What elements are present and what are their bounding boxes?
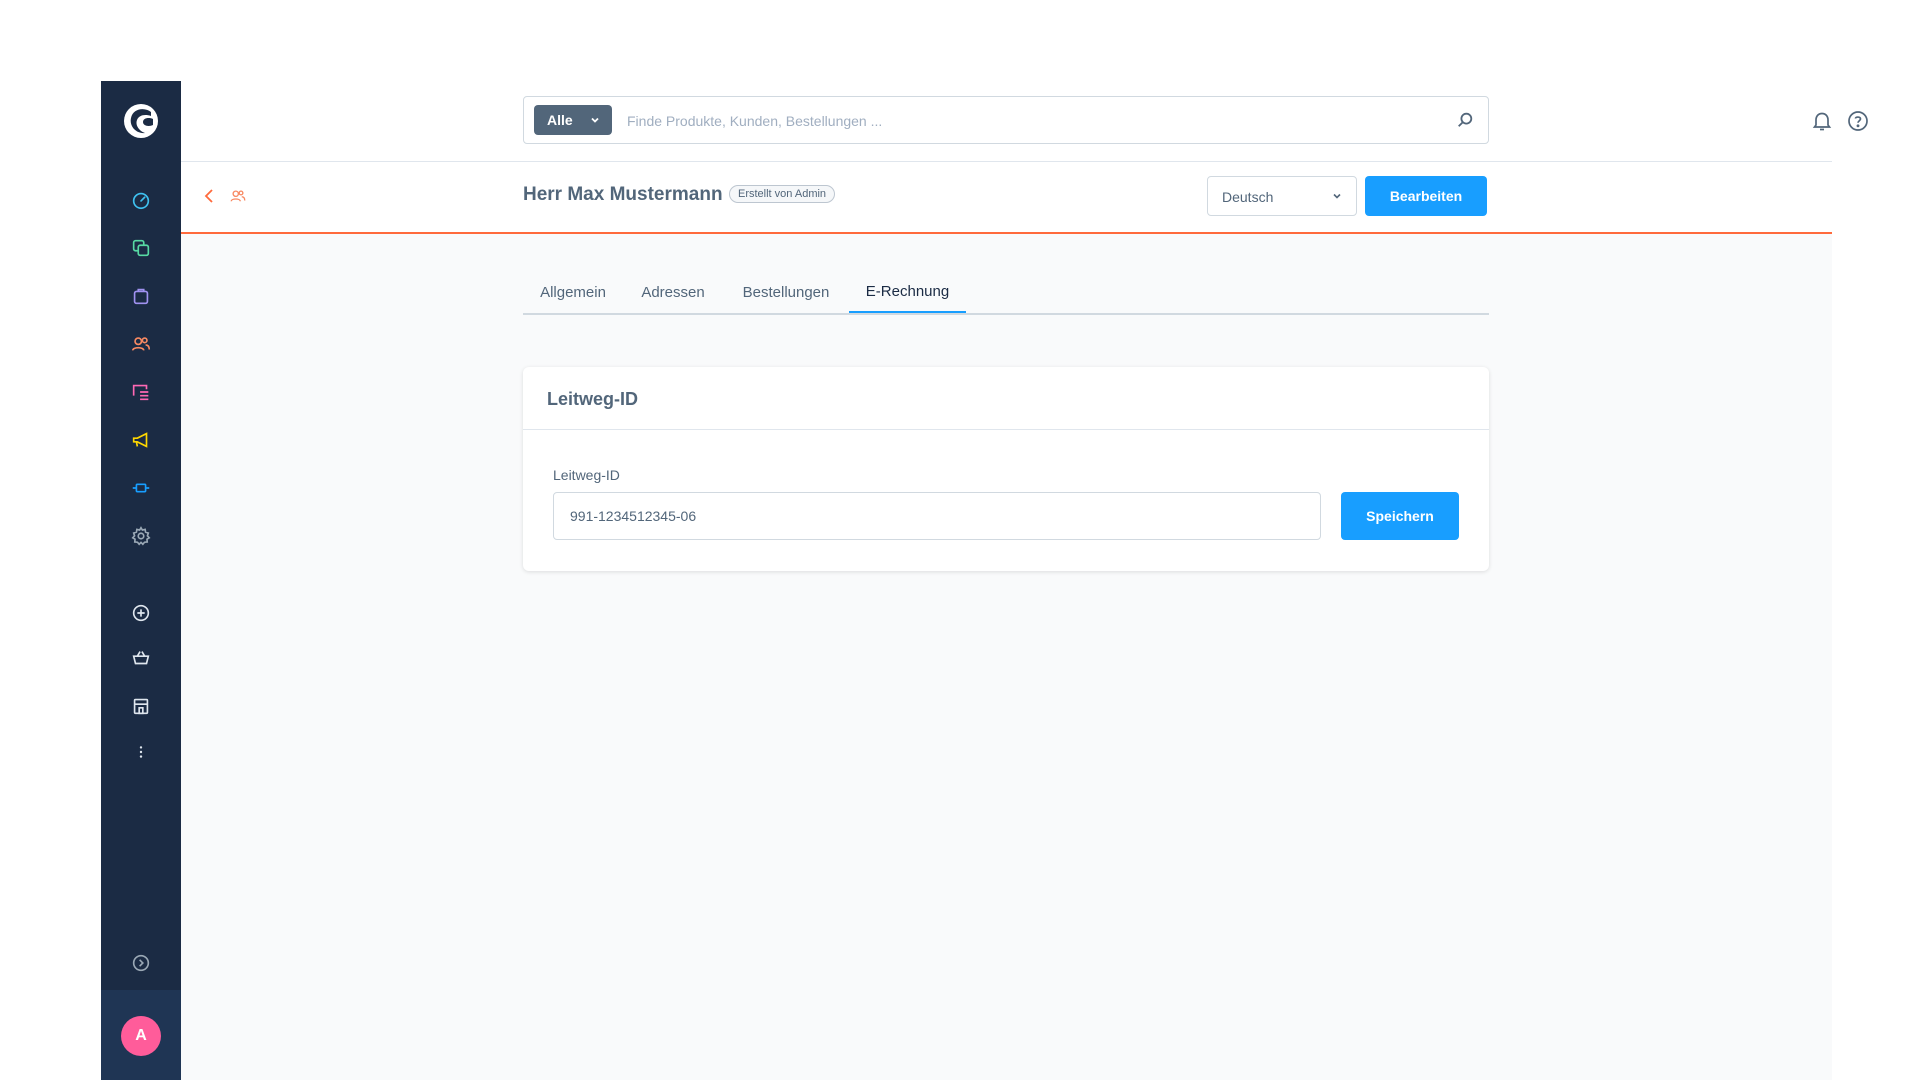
tab-e-rechnung[interactable]: E-Rechnung	[849, 272, 966, 313]
orders-icon[interactable]	[128, 283, 154, 309]
admin-app: A Alle Herr Max Mustermann Erstellt von …	[101, 81, 1868, 1080]
sidebar: A	[101, 81, 181, 1080]
page-title: Herr Max Mustermann	[523, 184, 723, 205]
marketing-icon[interactable]	[128, 427, 154, 453]
content-icon[interactable]	[128, 379, 154, 405]
avatar[interactable]: A	[121, 1016, 161, 1056]
customer-tabs: Allgemein Adressen Bestellungen E-Rechnu…	[523, 272, 1489, 315]
tab-bestellungen[interactable]: Bestellungen	[723, 272, 849, 313]
shopware-logo-icon[interactable]	[123, 103, 159, 139]
chevron-down-icon	[591, 117, 599, 123]
dashboard-icon[interactable]	[128, 187, 154, 213]
smart-bar: Herr Max Mustermann Erstellt von Admin D…	[181, 162, 1832, 234]
catalog-icon[interactable]	[128, 235, 154, 261]
bell-icon[interactable]	[1810, 109, 1834, 133]
customers-icon[interactable]	[128, 331, 154, 357]
language-selected: Deutsch	[1222, 189, 1274, 205]
leitweg-id-label: Leitweg-ID	[553, 467, 620, 483]
add-circle-icon[interactable]	[128, 600, 154, 626]
search-input[interactable]	[625, 97, 1429, 145]
save-button[interactable]: Speichern	[1341, 492, 1459, 540]
user-area: A	[101, 990, 181, 1080]
tab-adressen[interactable]: Adressen	[623, 272, 723, 313]
more-icon[interactable]	[128, 739, 154, 765]
card-header	[523, 367, 1489, 430]
tab-allgemein[interactable]: Allgemein	[523, 272, 623, 313]
search-type-select[interactable]: Alle	[534, 105, 612, 135]
top-bar: Alle	[181, 81, 1868, 162]
chevron-down-icon	[1333, 193, 1341, 199]
settings-icon[interactable]	[128, 523, 154, 549]
leitweg-id-card: Leitweg-ID Leitweg-ID Speichern	[523, 367, 1489, 571]
extensions-icon[interactable]	[128, 475, 154, 501]
storefront-icon[interactable]	[128, 693, 154, 719]
edit-button[interactable]: Bearbeiten	[1365, 176, 1487, 216]
card-title: Leitweg-ID	[547, 389, 639, 409]
basket-icon[interactable]	[128, 645, 154, 671]
global-search: Alle	[523, 96, 1489, 145]
search-icon[interactable]	[1456, 111, 1474, 129]
expand-sidebar-icon[interactable]	[128, 950, 154, 976]
customers-icon	[230, 190, 246, 202]
leitweg-id-input[interactable]	[553, 492, 1321, 540]
help-icon[interactable]	[1846, 109, 1870, 133]
chevron-left-icon[interactable]	[201, 187, 219, 205]
language-select[interactable]: Deutsch	[1207, 176, 1357, 216]
created-by-badge: Erstellt von Admin	[729, 185, 836, 203]
search-type-label: Alle	[547, 112, 573, 128]
